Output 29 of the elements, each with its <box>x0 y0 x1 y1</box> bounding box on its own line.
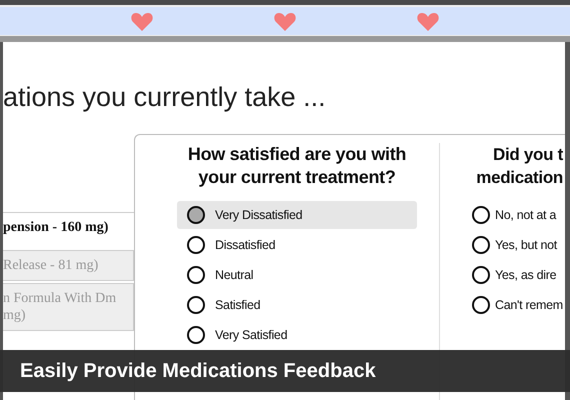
heart-icon <box>417 12 440 30</box>
question-title: medication <box>476 167 563 189</box>
heart-icon <box>274 12 296 30</box>
option-label: Dissatisfied <box>215 238 276 252</box>
option-label: No, not at a <box>495 208 556 222</box>
radio-button[interactable] <box>472 236 490 254</box>
caption-text: Easily Provide Medications Feedback <box>20 360 376 382</box>
option-label: Very Dissatisfied <box>215 208 302 222</box>
page-heading: ations you currently take ... <box>3 82 326 112</box>
question-title: How satisfied are you with <box>188 143 406 166</box>
radio-button[interactable] <box>187 326 205 344</box>
heart-icon <box>130 12 153 30</box>
option-label: Satisfied <box>215 298 260 312</box>
radio-button[interactable] <box>472 266 490 284</box>
medication-item[interactable]: n Formula With Dm mg) <box>3 283 134 331</box>
option-label: Yes, as dire <box>495 268 556 282</box>
medication-item[interactable]: Release - 81 mg) <box>3 250 134 281</box>
question-title: Did you t <box>492 144 563 166</box>
option-label: Can't remem <box>495 298 563 312</box>
option-label: Neutral <box>215 268 254 282</box>
radio-button[interactable] <box>187 236 205 254</box>
option-label: Yes, but not <box>495 238 557 252</box>
radio-button[interactable] <box>187 206 205 224</box>
radio-button[interactable] <box>472 206 490 224</box>
radio-button[interactable] <box>472 296 490 314</box>
question-title: your current treatment? <box>198 166 396 189</box>
radio-button[interactable] <box>187 266 205 284</box>
option-label: Very Satisfied <box>215 328 288 342</box>
radio-button[interactable] <box>187 296 205 314</box>
